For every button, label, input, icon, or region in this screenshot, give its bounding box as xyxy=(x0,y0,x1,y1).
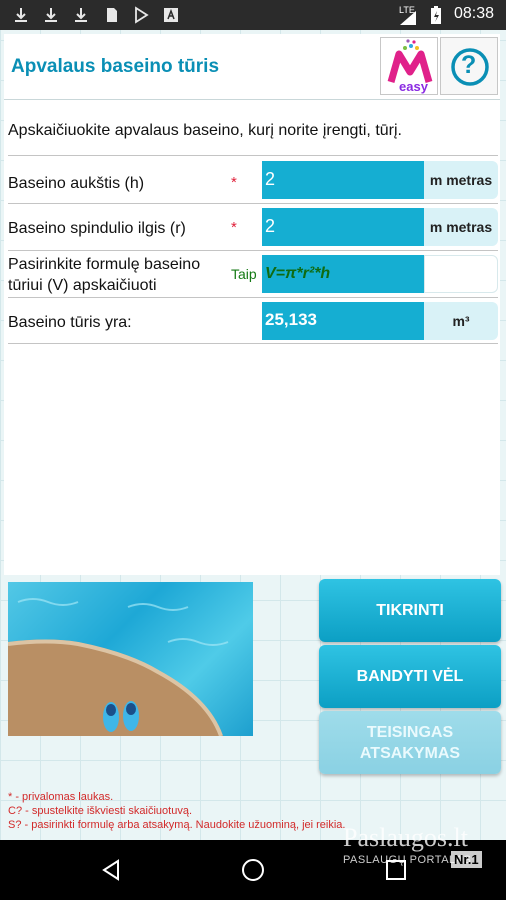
download-icon xyxy=(75,8,87,22)
radius-unit[interactable]: m metras xyxy=(424,208,498,246)
divider xyxy=(8,155,498,156)
check-button[interactable]: TIKRINTI xyxy=(319,579,501,642)
home-icon[interactable] xyxy=(241,858,265,882)
formula-confirm-marker: Taip xyxy=(231,266,257,282)
watermark-brand: Paslaugos.lt xyxy=(343,823,468,852)
divider xyxy=(8,250,498,251)
formula-unit xyxy=(424,255,498,293)
radius-input[interactable]: 2 xyxy=(262,208,424,246)
sd-card-icon xyxy=(107,8,117,22)
font-icon xyxy=(164,8,178,22)
watermark: Paslaugos.lt PASLAUGŲ PORTALAS Nr.1 xyxy=(343,823,482,869)
battery-charging-icon xyxy=(431,6,441,24)
divider xyxy=(8,343,498,344)
formula-label-line1: Pasirinkite formulę baseino xyxy=(8,256,201,273)
divider xyxy=(8,203,498,204)
volume-label: Baseino tūris yra: xyxy=(8,314,132,331)
watermark-badge: Nr.1 xyxy=(451,851,482,868)
back-icon[interactable] xyxy=(100,859,122,881)
footnote-calculator: C? - spustelkite iškviesti skaičiuotuvą. xyxy=(8,805,193,817)
height-input[interactable]: 2 xyxy=(262,161,424,199)
volume-result[interactable]: 25,133 xyxy=(262,302,424,340)
signal-icon xyxy=(400,11,416,25)
required-marker: * xyxy=(231,174,237,191)
pool-photo xyxy=(8,598,229,736)
play-store-icon xyxy=(135,6,149,24)
radius-label: Baseino spindulio ilgis (r) xyxy=(8,220,186,237)
intro-text: Apskaičiuokite apvalaus baseino, kurį no… xyxy=(8,122,402,139)
help-button[interactable]: ? xyxy=(440,37,498,95)
footnote-hint: S? - pasirinkti formulę arba atsakymą. N… xyxy=(8,819,346,831)
pool-image xyxy=(8,582,253,736)
height-label: Baseino aukštis (h) xyxy=(8,175,145,192)
retry-button[interactable]: BANDYTI VĖL xyxy=(319,645,501,708)
easy-logo-button[interactable]: easy xyxy=(380,37,438,95)
formula-label-line2: tūriui (V) apskaičiuoti xyxy=(8,277,157,294)
page-title: Apvalaus baseino tūris xyxy=(11,56,220,77)
download-icon xyxy=(45,8,57,22)
answer-button-line1: TEISINGAS xyxy=(366,723,454,741)
answer-button-line2: ATSAKYMAS xyxy=(359,744,461,762)
status-bar: LTE 08:38 xyxy=(0,0,506,30)
formula-select[interactable]: V=π*r²*h xyxy=(262,255,424,293)
clock: 08:38 xyxy=(453,5,494,22)
required-marker: * xyxy=(231,219,237,236)
logo-text: easy xyxy=(399,79,428,94)
correct-answer-button[interactable]: TEISINGAS ATSAKYMAS xyxy=(319,711,501,774)
volume-unit: m³ xyxy=(424,302,498,340)
app-header: Apvalaus baseino tūris easy ? xyxy=(4,34,500,100)
height-unit[interactable]: m metras xyxy=(424,161,498,199)
footnote-required: * - privalomas laukas. xyxy=(8,791,114,803)
help-symbol: ? xyxy=(461,51,477,79)
divider xyxy=(8,297,498,298)
download-icon xyxy=(15,8,27,22)
